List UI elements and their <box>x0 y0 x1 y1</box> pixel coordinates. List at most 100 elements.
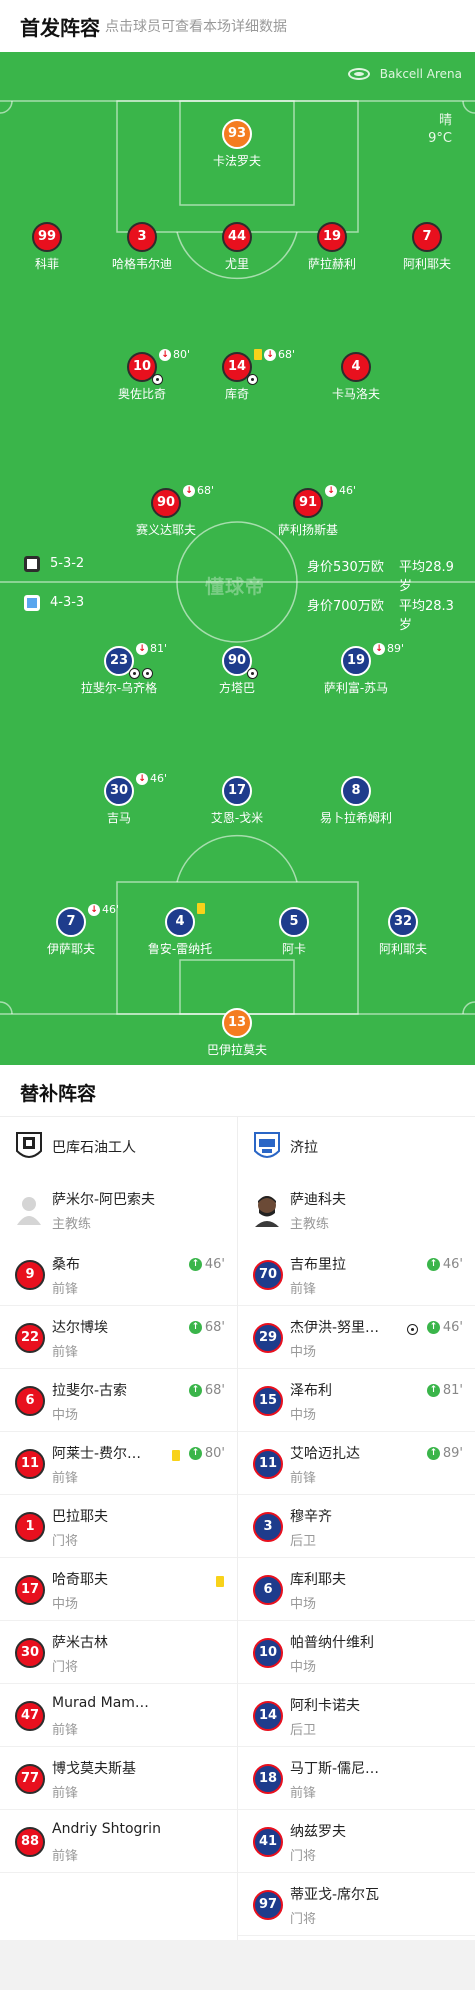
sub-number: 47 <box>15 1701 45 1731</box>
home-sub-row[interactable]: 22 达尔博埃 前锋 ↑ 68' <box>0 1306 237 1369</box>
home-player[interactable]: 91 萨利扬斯基 ↓ 46' <box>253 484 363 540</box>
away-coach-name: 萨迪科夫 <box>290 1192 346 1208</box>
coach-avatar <box>17 1197 41 1225</box>
player-name: 库奇 <box>224 387 249 401</box>
home-player[interactable]: 19 萨拉赫利 <box>277 222 387 274</box>
player-name: 哈格韦尔迪 <box>111 257 172 271</box>
sub-out-minute: 81' <box>150 642 168 655</box>
yellow-card-icon <box>172 1450 180 1461</box>
player-name: 拉斐尔-乌齐格 <box>80 681 158 695</box>
away-sub-row[interactable]: 10 帕普纳什维利 中场 <box>238 1621 475 1684</box>
home-sub-row[interactable]: 88 Andriy Shtogrin 前锋 <box>0 1810 237 1873</box>
home-sub-row[interactable]: 11 阿莱士-费尔… 前锋 ↑ 80' <box>0 1432 237 1495</box>
sub-position: 后卫 <box>290 1723 317 1738</box>
away-player[interactable]: 17 艾恩-戈米 <box>182 776 292 828</box>
player-number: 90 <box>151 488 181 518</box>
sub-in-minute: 80' <box>204 1446 225 1461</box>
away-player[interactable]: 30 吉马 ↓ 46' <box>64 772 174 828</box>
sub-position: 前锋 <box>52 1849 79 1864</box>
sub-position: 前锋 <box>52 1345 79 1360</box>
away-sub-row[interactable]: 29 杰伊洪-努里… 中场 ↑ 46' <box>238 1306 475 1369</box>
away-player[interactable]: 13 巴伊拉莫夫 <box>182 1008 292 1060</box>
home-player[interactable]: 4 卡马洛夫 <box>301 352 411 404</box>
away-player[interactable]: 90 方塔巴 <box>182 646 292 698</box>
player-name: 巴伊拉莫夫 <box>206 1043 267 1057</box>
home-player[interactable]: 14 库奇 ↓ 68' <box>182 348 295 404</box>
home-average-age: 平均28.9岁 <box>399 560 454 594</box>
home-sub-row[interactable]: 30 萨米古林 门将 <box>0 1621 237 1684</box>
sub-name: 达尔博埃 <box>52 1320 108 1336</box>
player-name: 萨拉赫利 <box>307 257 356 271</box>
sub-number: 1 <box>15 1512 45 1542</box>
away-sub-row[interactable]: 6 库利耶夫 中场 <box>238 1558 475 1621</box>
player-name: 萨利扬斯基 <box>277 523 338 537</box>
away-sub-row[interactable]: 3 穆辛齐 后卫 <box>238 1495 475 1558</box>
player-events: ↓ 68' <box>183 484 214 497</box>
home-player[interactable]: 90 赛义达耶夫 ↓ 68' <box>111 484 221 540</box>
player-number: 4 <box>341 352 371 382</box>
player-number: 93 <box>222 119 252 149</box>
subs-header: 替补阵容 <box>0 1065 475 1117</box>
home-player[interactable]: 3 哈格韦尔迪 <box>87 222 197 274</box>
away-team-head[interactable]: 济拉 <box>238 1117 475 1179</box>
sub-name: 库利耶夫 <box>290 1572 346 1588</box>
away-sub-row[interactable]: 18 马丁斯-儒尼… 前锋 <box>238 1747 475 1810</box>
home-team-head[interactable]: 巴库石油工人 <box>0 1117 237 1179</box>
goal-ball-icon <box>407 1324 418 1335</box>
home-shirt-icon <box>24 556 40 572</box>
away-sub-row[interactable]: 41 纳兹罗夫 门将 <box>238 1810 475 1873</box>
sub-number: 88 <box>15 1827 45 1857</box>
venue: Bakcell Arena <box>347 67 462 81</box>
away-sub-row[interactable]: 14 阿利卡诺夫 后卫 <box>238 1684 475 1747</box>
away-player[interactable]: 32 阿利耶夫 <box>348 907 458 959</box>
away-sub-row[interactable]: 70 吉布里拉 前锋 ↑ 46' <box>238 1243 475 1306</box>
sub-in-info: ↑ 46' <box>426 1257 463 1272</box>
player-events: ↓ 81' <box>136 642 167 655</box>
away-player[interactable]: 5 阿卡 <box>239 907 349 959</box>
home-player[interactable]: 7 阿利耶夫 <box>372 222 475 274</box>
home-coach[interactable]: 萨米尔-阿巴索夫 主教练 <box>0 1179 237 1243</box>
away-player[interactable]: 23 拉斐尔-乌齐格 ↓ 81' <box>64 642 174 698</box>
home-coach-role: 主教练 <box>52 1217 92 1232</box>
sub-name: 哈奇耶夫 <box>52 1572 108 1588</box>
subs-grid: 巴库石油工人 济拉 萨米尔-阿巴索夫 主教练 萨迪科夫 主教练 9 桑布 前锋 … <box>0 1117 475 1940</box>
sub-in-icon: ↑ <box>188 1447 202 1460</box>
away-player[interactable]: 4 鲁安-雷纳托 <box>125 903 235 959</box>
away-average-age: 平均28.3岁 <box>399 599 454 633</box>
lineup-hint: 点击球员可查看本场详细数据 <box>105 19 287 35</box>
player-events <box>197 903 205 914</box>
lineup-header: 首发阵容 点击球员可查看本场详细数据 <box>0 0 475 52</box>
away-player[interactable]: 7 伊萨耶夫 ↓ 46' <box>16 903 126 959</box>
away-coach[interactable]: 萨迪科夫 主教练 <box>238 1179 475 1243</box>
sub-name: 纳兹罗夫 <box>290 1824 346 1840</box>
sub-in-minute: 89' <box>442 1446 463 1461</box>
home-sub-row[interactable]: 17 哈奇耶夫 中场 <box>0 1558 237 1621</box>
away-player[interactable]: 19 萨利富-苏马 ↓ 89' <box>301 642 411 698</box>
home-sub-row[interactable]: 9 桑布 前锋 ↑ 46' <box>0 1243 237 1306</box>
player-name: 方塔巴 <box>218 681 255 695</box>
away-sub-row[interactable]: 11 艾哈迈扎达 前锋 ↑ 89' <box>238 1432 475 1495</box>
weather: 晴 9°C <box>428 112 452 148</box>
home-coach-name: 萨米尔-阿巴索夫 <box>52 1192 156 1208</box>
away-sub-row[interactable]: 97 蒂亚戈-席尔瓦 门将 <box>238 1873 475 1936</box>
home-sub-row[interactable]: 1 巴拉耶夫 门将 <box>0 1495 237 1558</box>
away-formation: 4-3-3 <box>50 595 85 610</box>
away-team-info: 4-3-3 身价700万欧 平均28.3岁 <box>24 593 464 633</box>
home-sub-row[interactable]: 77 博戈莫夫斯基 前锋 <box>0 1747 237 1810</box>
home-player[interactable]: 44 尤里 <box>182 222 292 274</box>
player-events: ↓ 46' <box>88 903 119 916</box>
home-player[interactable]: 10 奥佐比奇 ↓ 80' <box>87 348 197 404</box>
player-name: 吉马 <box>106 811 131 825</box>
sub-position: 前锋 <box>52 1723 79 1738</box>
player-number: 4 <box>165 907 195 937</box>
home-sub-row[interactable]: 6 拉斐尔-古索 中场 ↑ 68' <box>0 1369 237 1432</box>
home-sub-row[interactable]: 47 Murad Mam… 前锋 <box>0 1684 237 1747</box>
sub-number: 6 <box>15 1386 45 1416</box>
sub-in-icon: ↑ <box>188 1258 202 1271</box>
away-sub-row[interactable]: 15 泽布利 中场 ↑ 81' <box>238 1369 475 1432</box>
venue-name: Bakcell Arena <box>379 67 462 81</box>
sub-out-icon: ↓ <box>159 348 171 361</box>
weather-condition: 晴 <box>438 113 452 128</box>
away-player[interactable]: 8 易卜拉希姆利 <box>301 776 411 828</box>
home-player[interactable]: 93 卡法罗夫 <box>182 119 292 171</box>
